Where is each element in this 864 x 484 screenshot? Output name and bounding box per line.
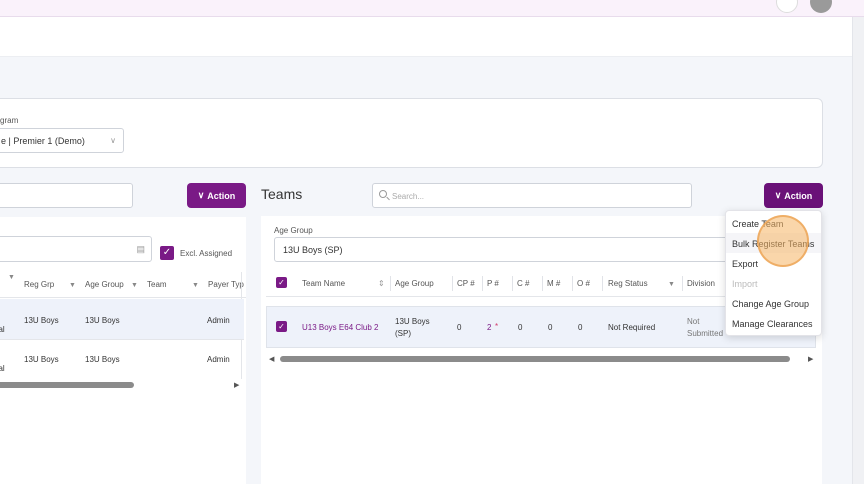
menu-item-import: Import: [732, 279, 758, 289]
row-age-group: 13U Boys: [395, 317, 430, 326]
col-cp[interactable]: CP #: [457, 279, 475, 305]
chevron-down-icon: ∨: [110, 136, 116, 145]
age-group-select-value: 13U Boys (SP): [283, 245, 343, 255]
row-p-mark: *: [495, 322, 499, 331]
left-action-button[interactable]: ∨ Action: [187, 183, 246, 208]
double-chevron-down-icon: ∨: [774, 190, 782, 200]
divider: [390, 276, 391, 291]
menu-item-export[interactable]: Export: [732, 259, 758, 269]
header-bar: [0, 17, 864, 57]
divider: [452, 276, 453, 291]
col-m[interactable]: M #: [547, 279, 560, 305]
row-age-group: 13U Boys: [85, 316, 120, 325]
col-reg-status[interactable]: Reg Status: [608, 279, 648, 305]
search-placeholder: Search...: [392, 192, 425, 201]
divider: [682, 276, 683, 291]
teams-scroll-thumb[interactable]: [280, 356, 790, 362]
row-status: oval: [0, 364, 5, 373]
row-reg-status: Not Required: [608, 323, 656, 332]
row-checkbox[interactable]: ✓: [276, 321, 287, 332]
divider: [572, 276, 573, 291]
team-name-link[interactable]: U13 Boys E64 Club 2: [302, 323, 379, 332]
help-icon[interactable]: [776, 0, 798, 13]
row-o: 0: [578, 323, 583, 332]
divider: [512, 276, 513, 291]
row-c: 0: [518, 323, 523, 332]
age-group-label: Age Group: [274, 226, 313, 235]
age-group-select[interactable]: 13U Boys (SP): [274, 237, 734, 262]
row-reg-grp: 13U Boys: [24, 355, 59, 364]
col-age-group[interactable]: Age Group: [395, 279, 434, 305]
row-age-group-suffix: (SP): [395, 329, 411, 338]
program-label: gram: [0, 116, 19, 125]
row-payer: Admin: [207, 355, 230, 364]
divider: [542, 276, 543, 291]
sort-icon[interactable]: ⇕: [378, 279, 385, 305]
menu-item-change-age-group[interactable]: Change Age Group: [732, 299, 809, 309]
search-icon: [379, 190, 387, 198]
row-reg-grp: 13U Boys: [24, 316, 59, 325]
cursor-highlight: [757, 215, 809, 267]
calendar-icon[interactable]: ▤: [136, 244, 145, 255]
double-chevron-down-icon: ∨: [197, 190, 205, 200]
top-bar: [0, 0, 864, 17]
program-select[interactable]: e | Premier 1 (Demo) ∨: [0, 128, 124, 153]
page-scrollbar[interactable]: [852, 17, 864, 484]
row-division-status: Submitted: [687, 329, 724, 338]
scroll-left-icon[interactable]: ◀: [269, 355, 274, 363]
col-p[interactable]: P #: [487, 279, 499, 305]
scroll-right-icon[interactable]: ▶: [808, 355, 813, 363]
left-scroll-thumb[interactable]: [0, 382, 134, 388]
row-cp: 0: [457, 323, 462, 332]
divider: [0, 297, 246, 298]
teams-search-input[interactable]: Search...: [372, 183, 692, 208]
select-all-checkbox[interactable]: ✓: [276, 277, 287, 288]
col-c[interactable]: C #: [517, 279, 529, 305]
divider: [482, 276, 483, 291]
avatar[interactable]: [810, 0, 832, 13]
row-status: oval: [0, 325, 5, 334]
menu-item-manage-clearances[interactable]: Manage Clearances: [732, 319, 813, 329]
excl-assigned-checkbox[interactable]: ✓: [160, 246, 174, 260]
left-search-input[interactable]: [0, 183, 133, 208]
row-payer: Admin: [207, 316, 230, 325]
excl-assigned-label: Excl. Assigned: [180, 249, 233, 258]
col-team-name[interactable]: Team Name: [302, 279, 345, 305]
program-select-value: e | Premier 1 (Demo): [1, 136, 85, 146]
row-p[interactable]: 2: [487, 323, 491, 332]
left-date-input[interactable]: ▤: [0, 236, 152, 262]
divider: [0, 339, 244, 340]
row-division: Not: [687, 317, 700, 326]
teams-action-button[interactable]: ∨ Action: [764, 183, 823, 208]
row-age-group: 13U Boys: [85, 355, 120, 364]
row-m: 0: [548, 323, 553, 332]
funnel-icon[interactable]: ▼: [8, 272, 15, 298]
col-division[interactable]: Division: [687, 279, 715, 305]
funnel-icon[interactable]: ▼: [668, 279, 675, 305]
teams-title: Teams: [261, 186, 303, 202]
divider: [602, 276, 603, 291]
col-o[interactable]: O #: [577, 279, 590, 305]
scroll-right-icon[interactable]: ▶: [234, 381, 239, 389]
